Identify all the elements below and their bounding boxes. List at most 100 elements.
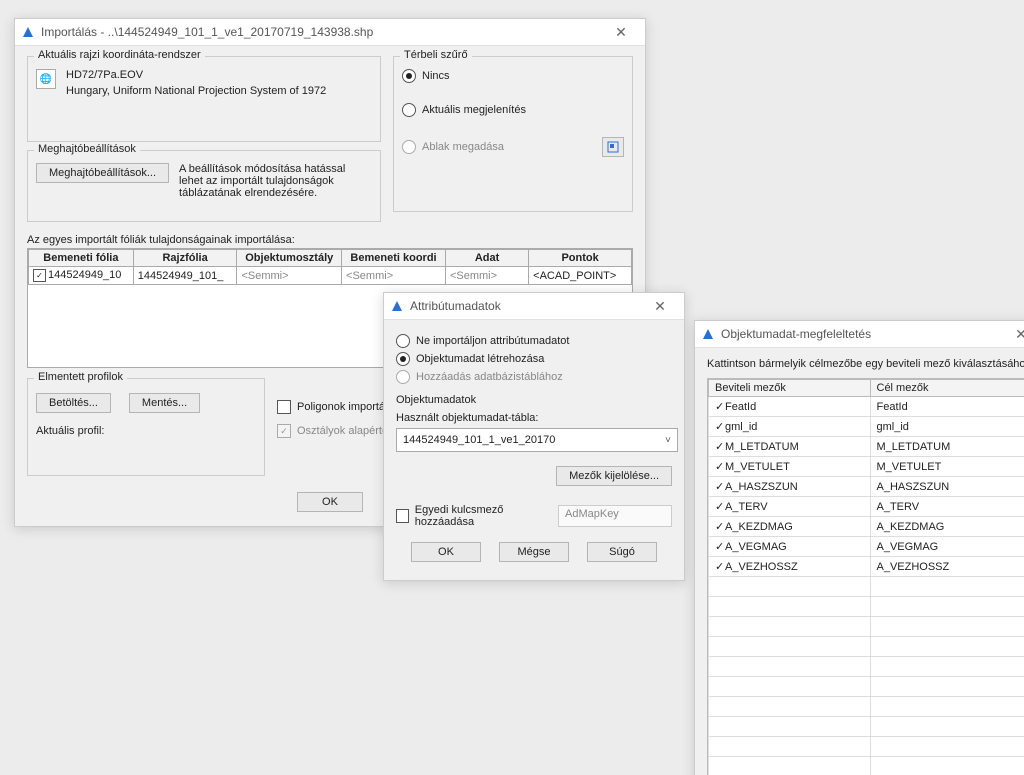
th-draw-layer[interactable]: Rajzfólia (133, 250, 237, 267)
map-cell-out[interactable] (870, 757, 1024, 775)
table-row[interactable] (709, 717, 1024, 737)
th-obj-class[interactable]: Objektumosztály (237, 250, 342, 267)
th-input-layer[interactable]: Bemeneti fólia (29, 250, 134, 267)
attr-cancel-button[interactable]: Mégse (499, 542, 569, 562)
filter-none-row[interactable]: Nincs (402, 69, 624, 83)
table-row[interactable] (709, 597, 1024, 617)
unique-key-field[interactable]: AdMapKey (558, 505, 672, 527)
map-cell-in[interactable] (709, 697, 871, 717)
attr-opt-create[interactable]: Objektumadat létrehozása (396, 352, 672, 366)
attr-table-dropdown[interactable]: 144524949_101_1_ve1_20170 ˅ (396, 428, 678, 452)
table-row[interactable] (709, 577, 1024, 597)
map-col-in[interactable]: Beviteli mezők (709, 380, 871, 397)
table-row[interactable]: ✓A_VEZHOSSZA_VEZHOSSZ (709, 557, 1024, 577)
map-cell-out[interactable] (870, 577, 1024, 597)
map-cell-in[interactable]: ✓A_VEGMAG (709, 537, 871, 557)
map-cell-out[interactable] (870, 697, 1024, 717)
table-row[interactable] (709, 757, 1024, 775)
map-cell-out[interactable] (870, 657, 1024, 677)
close-icon[interactable]: ✕ (1003, 326, 1024, 343)
checkbox-icon (396, 509, 409, 523)
map-cell-out[interactable]: FeatId (870, 397, 1024, 417)
map-cell-out[interactable]: A_HASZSZUN (870, 477, 1024, 497)
mapping-table[interactable]: Beviteli mezők Cél mezők ✓FeatIdFeatId✓g… (707, 378, 1024, 775)
table-row[interactable]: ✓A_VEGMAGA_VEGMAG (709, 537, 1024, 557)
map-cell-in[interactable] (709, 757, 871, 775)
attr-section-label: Objektumadatok (396, 394, 672, 406)
load-button[interactable]: Betöltés... (36, 393, 111, 413)
map-cell-in[interactable]: ✓FeatId (709, 397, 871, 417)
table-row[interactable]: ✓A_KEZDMAGA_KEZDMAG (709, 517, 1024, 537)
map-cell-in[interactable]: ✓gml_id (709, 417, 871, 437)
attr-help-button[interactable]: Súgó (587, 542, 657, 562)
map-cell-out[interactable]: A_VEGMAG (870, 537, 1024, 557)
map-cell-in[interactable] (709, 737, 871, 757)
map-cell-in[interactable]: ✓M_LETDATUM (709, 437, 871, 457)
table-row[interactable]: ✓M_LETDATUMM_LETDATUM (709, 437, 1024, 457)
map-cell-out[interactable]: A_TERV (870, 497, 1024, 517)
cell-data: <Semmi> (445, 267, 528, 285)
map-cell-out[interactable] (870, 597, 1024, 617)
th-input-coord[interactable]: Bemeneti koordi (342, 250, 446, 267)
filter-window-label: Ablak megadása (422, 141, 504, 153)
map-col-out[interactable]: Cél mezők (870, 380, 1024, 397)
map-cell-in[interactable] (709, 657, 871, 677)
import-ok-button[interactable]: OK (297, 492, 363, 512)
th-points[interactable]: Pontok (529, 250, 632, 267)
map-cell-out[interactable] (870, 717, 1024, 737)
table-row[interactable] (709, 697, 1024, 717)
map-cell-out[interactable] (870, 637, 1024, 657)
app-icon (701, 327, 715, 341)
attr-ok-button[interactable]: OK (411, 542, 481, 562)
map-cell-out[interactable]: A_VEZHOSSZ (870, 557, 1024, 577)
map-cell-out[interactable]: gml_id (870, 417, 1024, 437)
map-cell-out[interactable] (870, 617, 1024, 637)
map-cell-out[interactable] (870, 677, 1024, 697)
map-cell-out[interactable]: M_LETDATUM (870, 437, 1024, 457)
save-button[interactable]: Mentés... (129, 393, 200, 413)
table-row[interactable] (709, 617, 1024, 637)
map-cell-in[interactable]: ✓A_TERV (709, 497, 871, 517)
map-cell-in[interactable] (709, 617, 871, 637)
table-row[interactable] (709, 737, 1024, 757)
close-icon[interactable]: ✕ (642, 298, 678, 315)
table-row[interactable]: ✓FeatIdFeatId (709, 397, 1024, 417)
map-cell-in[interactable] (709, 637, 871, 657)
row-check-icon[interactable] (33, 269, 46, 282)
map-cell-in[interactable]: ✓A_VEZHOSSZ (709, 557, 871, 577)
th-data[interactable]: Adat (445, 250, 528, 267)
map-cell-in[interactable] (709, 677, 871, 697)
table-row[interactable] (709, 637, 1024, 657)
table-row[interactable]: 144524949_10 144524949_101_ <Semmi> <Sem… (29, 267, 632, 285)
check-icon: ✓ (715, 500, 723, 513)
map-cell-out[interactable] (870, 737, 1024, 757)
table-row[interactable]: ✓gml_idgml_id (709, 417, 1024, 437)
table-row[interactable]: ✓A_HASZSZUNA_HASZSZUN (709, 477, 1024, 497)
map-cell-in[interactable]: ✓A_HASZSZUN (709, 477, 871, 497)
close-icon[interactable]: ✕ (603, 24, 639, 41)
pick-window-icon[interactable] (602, 137, 624, 157)
table-row[interactable]: ✓A_TERVA_TERV (709, 497, 1024, 517)
map-cell-out[interactable]: M_VETULET (870, 457, 1024, 477)
map-cell-in[interactable]: ✓A_KEZDMAG (709, 517, 871, 537)
map-cell-in[interactable] (709, 597, 871, 617)
table-row[interactable] (709, 677, 1024, 697)
table-row[interactable] (709, 657, 1024, 677)
current-profile-label: Aktuális profil: (36, 425, 256, 437)
map-cell-out[interactable]: A_KEZDMAG (870, 517, 1024, 537)
map-cell-in[interactable] (709, 717, 871, 737)
coord-desc: Hungary, Uniform National Projection Sys… (66, 85, 326, 97)
map-cell-in[interactable] (709, 577, 871, 597)
map-cell-in[interactable]: ✓M_VETULET (709, 457, 871, 477)
select-fields-button[interactable]: Mezők kijelölése... (556, 466, 672, 486)
globe-icon[interactable]: 🌐 (36, 69, 56, 89)
coord-group: Aktuális rajzi koordináta-rendszer 🌐 HD7… (27, 56, 381, 142)
attr-opt-none[interactable]: Ne importáljon attribútumadatot (396, 334, 672, 348)
drive-settings-button[interactable]: Meghajtóbeállítások... (36, 163, 169, 183)
attribute-dialog: Attribútumadatok ✕ Ne importáljon attrib… (383, 292, 685, 581)
table-row[interactable]: ✓M_VETULETM_VETULET (709, 457, 1024, 477)
filter-current-row[interactable]: Aktuális megjelenítés (402, 103, 624, 117)
attr-table-value: 144524949_101_1_ve1_20170 (403, 434, 555, 446)
unique-key-check[interactable]: Egyedi kulcsmező hozzáadása (396, 504, 550, 528)
filter-window-row[interactable]: Ablak megadása (402, 137, 624, 157)
